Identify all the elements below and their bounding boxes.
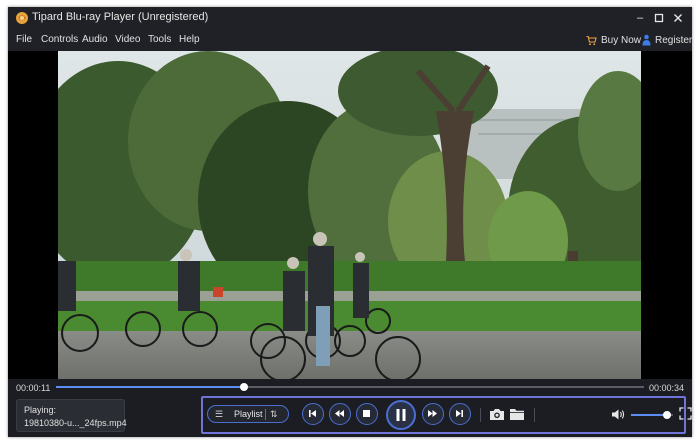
close-button[interactable] (670, 10, 686, 26)
video-image (58, 51, 641, 379)
next-button[interactable] (449, 403, 471, 425)
controls-divider-2 (534, 408, 535, 422)
menu-bar: File Controls Audio Video Tools Help Buy… (8, 29, 692, 51)
title-bar: Tipard Blu-ray Player (Unregistered) – (8, 7, 692, 29)
minimize-icon: – (636, 12, 644, 24)
camera-icon[interactable] (489, 407, 505, 421)
rewind-button[interactable] (329, 403, 351, 425)
current-time: 00:00:11 (16, 383, 51, 393)
playlist-divider (265, 409, 266, 420)
next-icon (456, 410, 463, 417)
previous-icon (309, 410, 316, 417)
volume-slider[interactable] (631, 411, 673, 419)
playlist-button[interactable]: ☰ Playlist ⇅ (207, 405, 289, 423)
pause-button[interactable] (386, 400, 416, 430)
progress-fill (56, 386, 245, 388)
register-button[interactable]: Register (642, 32, 692, 48)
menu-controls[interactable]: Controls (41, 34, 78, 45)
stop-icon (363, 410, 370, 417)
buy-now-label: Buy Now (601, 34, 642, 46)
cart-icon (586, 35, 597, 45)
rewind-icon (335, 410, 344, 417)
now-playing-label: Playing: (24, 405, 57, 415)
playlist-icon: ☰ (215, 409, 224, 419)
menu-file[interactable]: File (16, 34, 32, 45)
app-logo-icon (16, 12, 28, 24)
register-icon (642, 34, 651, 46)
close-icon (674, 14, 682, 22)
menu-audio[interactable]: Audio (82, 34, 108, 45)
previous-button[interactable] (302, 403, 324, 425)
player-window: Tipard Blu-ray Player (Unregistered) – F… (8, 7, 692, 437)
playlist-label: Playlist (234, 409, 263, 419)
volume-handle[interactable] (662, 411, 671, 419)
maximize-button[interactable] (651, 10, 667, 26)
progress-handle[interactable] (240, 383, 249, 391)
controls-divider (480, 408, 481, 422)
fast-forward-button[interactable] (422, 403, 444, 425)
register-label: Register (655, 34, 692, 46)
stop-button[interactable] (356, 403, 378, 425)
fast-forward-icon (428, 410, 437, 417)
now-playing-file: 19810380-u..._24fps.mp4 (24, 418, 127, 428)
menu-video[interactable]: Video (115, 34, 140, 45)
video-area[interactable] (8, 51, 692, 379)
progress-bar[interactable] (56, 383, 644, 391)
video-frame[interactable] (58, 51, 641, 379)
now-playing-box: Playing: 19810380-u..._24fps.mp4 (16, 399, 127, 432)
buy-now-button[interactable]: Buy Now (586, 32, 641, 48)
window-title: Tipard Blu-ray Player (Unregistered) (32, 11, 209, 23)
fullscreen-icon[interactable] (679, 407, 692, 420)
volume-icon[interactable] (611, 408, 625, 421)
playlist-order-icon[interactable]: ⇅ (270, 409, 278, 420)
menu-tools[interactable]: Tools (148, 34, 171, 45)
volume-fill (631, 414, 667, 416)
total-time: 00:00:34 (649, 383, 685, 393)
minimize-button[interactable]: – (632, 10, 648, 26)
menu-help[interactable]: Help (179, 34, 200, 45)
folder-icon[interactable] (509, 407, 525, 421)
pause-icon (396, 409, 406, 421)
maximize-icon (654, 13, 664, 23)
